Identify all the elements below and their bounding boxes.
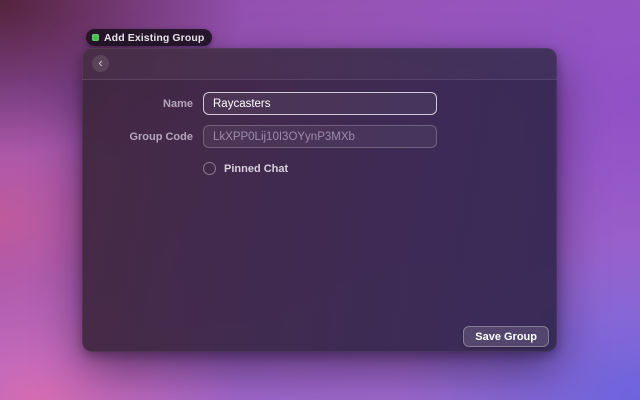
dialog-titlebar: ‹ (82, 48, 557, 80)
group-tag-label: Add Existing Group (104, 32, 204, 44)
green-status-dot-icon (92, 34, 99, 41)
chevron-left-icon: ‹ (98, 56, 102, 69)
pinned-chat-checkbox[interactable] (203, 162, 216, 175)
save-group-button[interactable]: Save Group (463, 326, 549, 347)
name-input[interactable] (203, 92, 437, 115)
pinned-chat-row: Pinned Chat (82, 162, 557, 175)
name-label: Name (82, 98, 193, 110)
add-group-dialog: ‹ Name Group Code Pinned Chat Save Group (82, 48, 557, 352)
dialog-form: Name Group Code Pinned Chat (82, 80, 557, 175)
group-code-label: Group Code (82, 131, 193, 143)
back-button[interactable]: ‹ (92, 55, 109, 72)
desktop-background: { "tag": { "label": "Add Existing Group"… (0, 0, 640, 400)
group-code-row: Group Code (82, 125, 557, 148)
group-status-tag[interactable]: Add Existing Group (86, 29, 212, 46)
pinned-chat-label: Pinned Chat (224, 163, 288, 175)
group-code-input[interactable] (203, 125, 437, 148)
save-group-button-label: Save Group (475, 331, 537, 343)
name-row: Name (82, 92, 557, 115)
